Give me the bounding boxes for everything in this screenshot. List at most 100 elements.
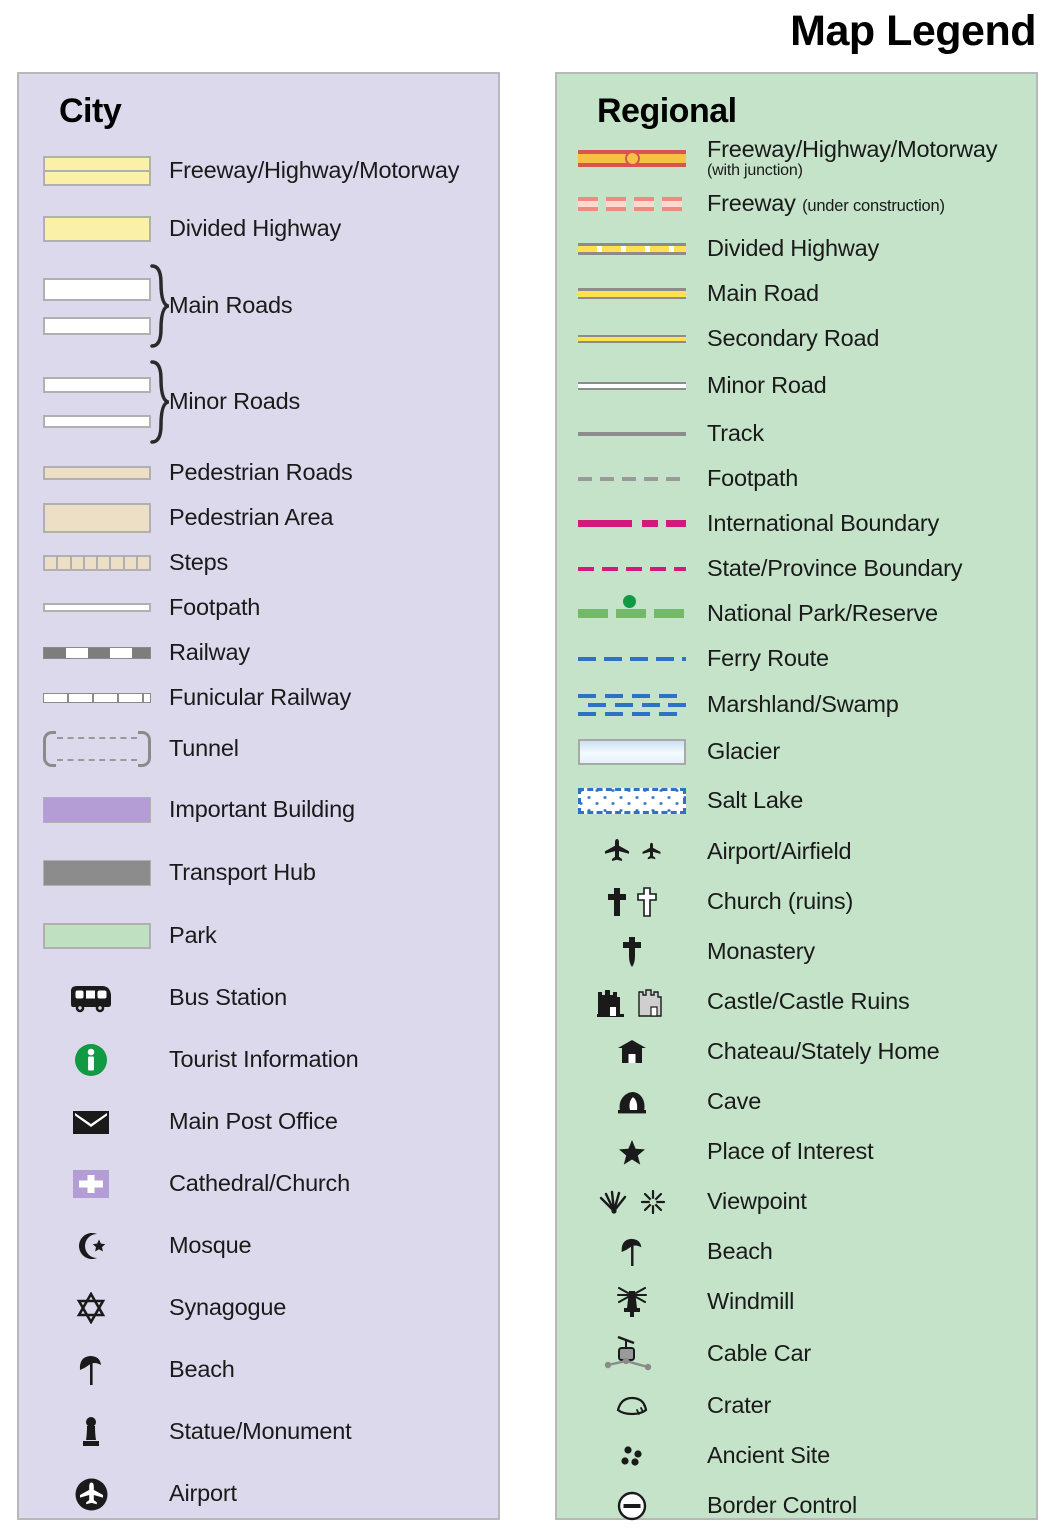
legend-label: Border Control	[707, 1492, 858, 1519]
legend-label: Monastery	[707, 938, 815, 965]
airplane-icon	[604, 839, 629, 861]
legend-label: Windmill	[707, 1288, 795, 1315]
city-pedestrian-road-swatch	[19, 465, 169, 480]
city-park-swatch	[19, 922, 169, 949]
legend-row: Crater	[557, 1381, 1036, 1431]
castle-castle-ruins-symbol	[557, 987, 707, 1018]
legend-label-sub: (with junction)	[707, 161, 803, 179]
legend-label: Synagogue	[169, 1294, 287, 1321]
beach-umbrella-icon	[621, 1238, 642, 1266]
legend-row: Minor Road	[557, 361, 1036, 411]
legend-label: Mosque	[169, 1232, 252, 1259]
legend-label: Transport Hub	[169, 858, 316, 885]
legend-row: Beach	[557, 1227, 1036, 1277]
legend-row: Main Post Office	[19, 1091, 498, 1153]
city-main-roads-brace-swatch	[19, 277, 169, 335]
legend-label-sub: (under construction)	[802, 197, 945, 216]
airplane-small-icon	[642, 842, 660, 859]
legend-row: Church (ruins)	[557, 877, 1036, 927]
regional-footpath-swatch	[557, 476, 707, 481]
chateau-icon	[618, 1040, 646, 1063]
legend-label: Crater	[707, 1392, 772, 1419]
legend-label: Ancient Site	[707, 1442, 831, 1469]
regional-beach-symbol	[557, 1236, 707, 1268]
legend-row: Railway	[19, 630, 498, 675]
legend-label: National Park/Reserve	[707, 599, 938, 626]
legend-row: Place of Interest	[557, 1127, 1036, 1177]
legend-row: Divided Highway	[557, 226, 1036, 271]
legend-row: Freeway/Highway/Motorway	[19, 142, 498, 200]
legend-row: State/Province Boundary	[557, 546, 1036, 591]
legend-label: State/Province Boundary	[707, 554, 963, 581]
castle-icon	[597, 989, 624, 1017]
legend-row: Viewpoint	[557, 1177, 1036, 1227]
legend-row: Mosque	[19, 1215, 498, 1277]
legend-label: Tourist Information	[169, 1046, 359, 1073]
legend-label: Marshland/Swamp	[707, 691, 899, 718]
legend-label: Place of Interest	[707, 1138, 874, 1165]
legend-row: International Boundary	[557, 501, 1036, 546]
cross-icon	[608, 888, 626, 916]
legend-row: Airport/Airfield	[557, 827, 1036, 877]
legend-row: Statue/Monument	[19, 1401, 498, 1463]
legend-row: Chateau/Stately Home	[557, 1027, 1036, 1077]
legend-row: Footpath	[19, 585, 498, 630]
city-footpath-swatch	[19, 603, 169, 612]
regional-freeway-under-construction-swatch	[557, 197, 707, 211]
legend-label: Freeway/Highway/Motorway	[169, 157, 460, 184]
legend-row: Beach	[19, 1339, 498, 1401]
star-icon	[619, 1139, 645, 1165]
legend-label: Church (ruins)	[707, 888, 854, 915]
legend-label: Salt Lake	[707, 787, 804, 814]
legend-label: Statue/Monument	[169, 1418, 352, 1445]
mosque-symbol	[19, 1225, 169, 1267]
marshland-swatch	[557, 688, 707, 722]
windmill-icon	[616, 1286, 648, 1317]
statue-monument-symbol	[19, 1411, 169, 1453]
legend-label: Footpath	[707, 464, 799, 491]
city-legend-panel: City Freeway/Highway/Motorway Divided Hi…	[17, 72, 500, 1520]
city-freeway-swatch	[19, 156, 169, 186]
information-icon	[63, 1039, 119, 1081]
legend-label: Bus Station	[169, 984, 287, 1011]
legend-row: Glacier	[557, 729, 1036, 775]
legend-label: Park	[169, 921, 217, 948]
legend-row: Salt Lake	[557, 775, 1036, 827]
place-of-interest-symbol	[557, 1139, 707, 1166]
legend-label: Tunnel	[169, 735, 239, 762]
church-cross-icon	[63, 1163, 119, 1205]
airport-airfield-symbol	[557, 838, 707, 866]
legend-row: Cathedral/Church	[19, 1153, 498, 1215]
legend-row: Castle/Castle Ruins	[557, 977, 1036, 1027]
regional-secondary-road-swatch	[557, 334, 707, 343]
monastery-cross-icon	[623, 937, 641, 967]
legend-row: Tourist Information	[19, 1029, 498, 1091]
crater-icon	[616, 1396, 648, 1416]
legend-label: Minor Roads	[169, 388, 301, 415]
city-panel-heading: City	[59, 92, 122, 130]
legend-row: Track	[557, 411, 1036, 456]
legend-label: Beach	[169, 1356, 235, 1383]
legend-label: Divided Highway	[707, 234, 880, 261]
legend-row: National Park/Reserve	[557, 591, 1036, 636]
glacier-swatch	[557, 739, 707, 765]
regional-freeway-junction-swatch	[557, 149, 707, 167]
cable-car-icon	[604, 1335, 652, 1371]
cable-car-symbol	[557, 1334, 707, 1374]
border-control-symbol	[557, 1491, 707, 1521]
legend-label: Cable Car	[707, 1340, 811, 1367]
legend-row: Important Building	[19, 778, 498, 841]
airplane-circle-icon	[63, 1473, 119, 1515]
tourist-information-symbol	[19, 1039, 169, 1081]
ancient-site-icon	[621, 1446, 642, 1466]
legend-label: Cave	[707, 1088, 762, 1115]
legend-row: Marshland/Swamp	[557, 681, 1036, 729]
cave-icon	[618, 1091, 646, 1113]
legend-row: Secondary Road	[557, 316, 1036, 361]
legend-row: Steps	[19, 540, 498, 585]
cathedral-church-symbol	[19, 1163, 169, 1205]
legend-row: Cable Car	[557, 1327, 1036, 1381]
legend-label: Steps	[169, 548, 229, 575]
legend-label: Funicular Railway	[169, 683, 352, 710]
statue-icon	[63, 1411, 119, 1453]
